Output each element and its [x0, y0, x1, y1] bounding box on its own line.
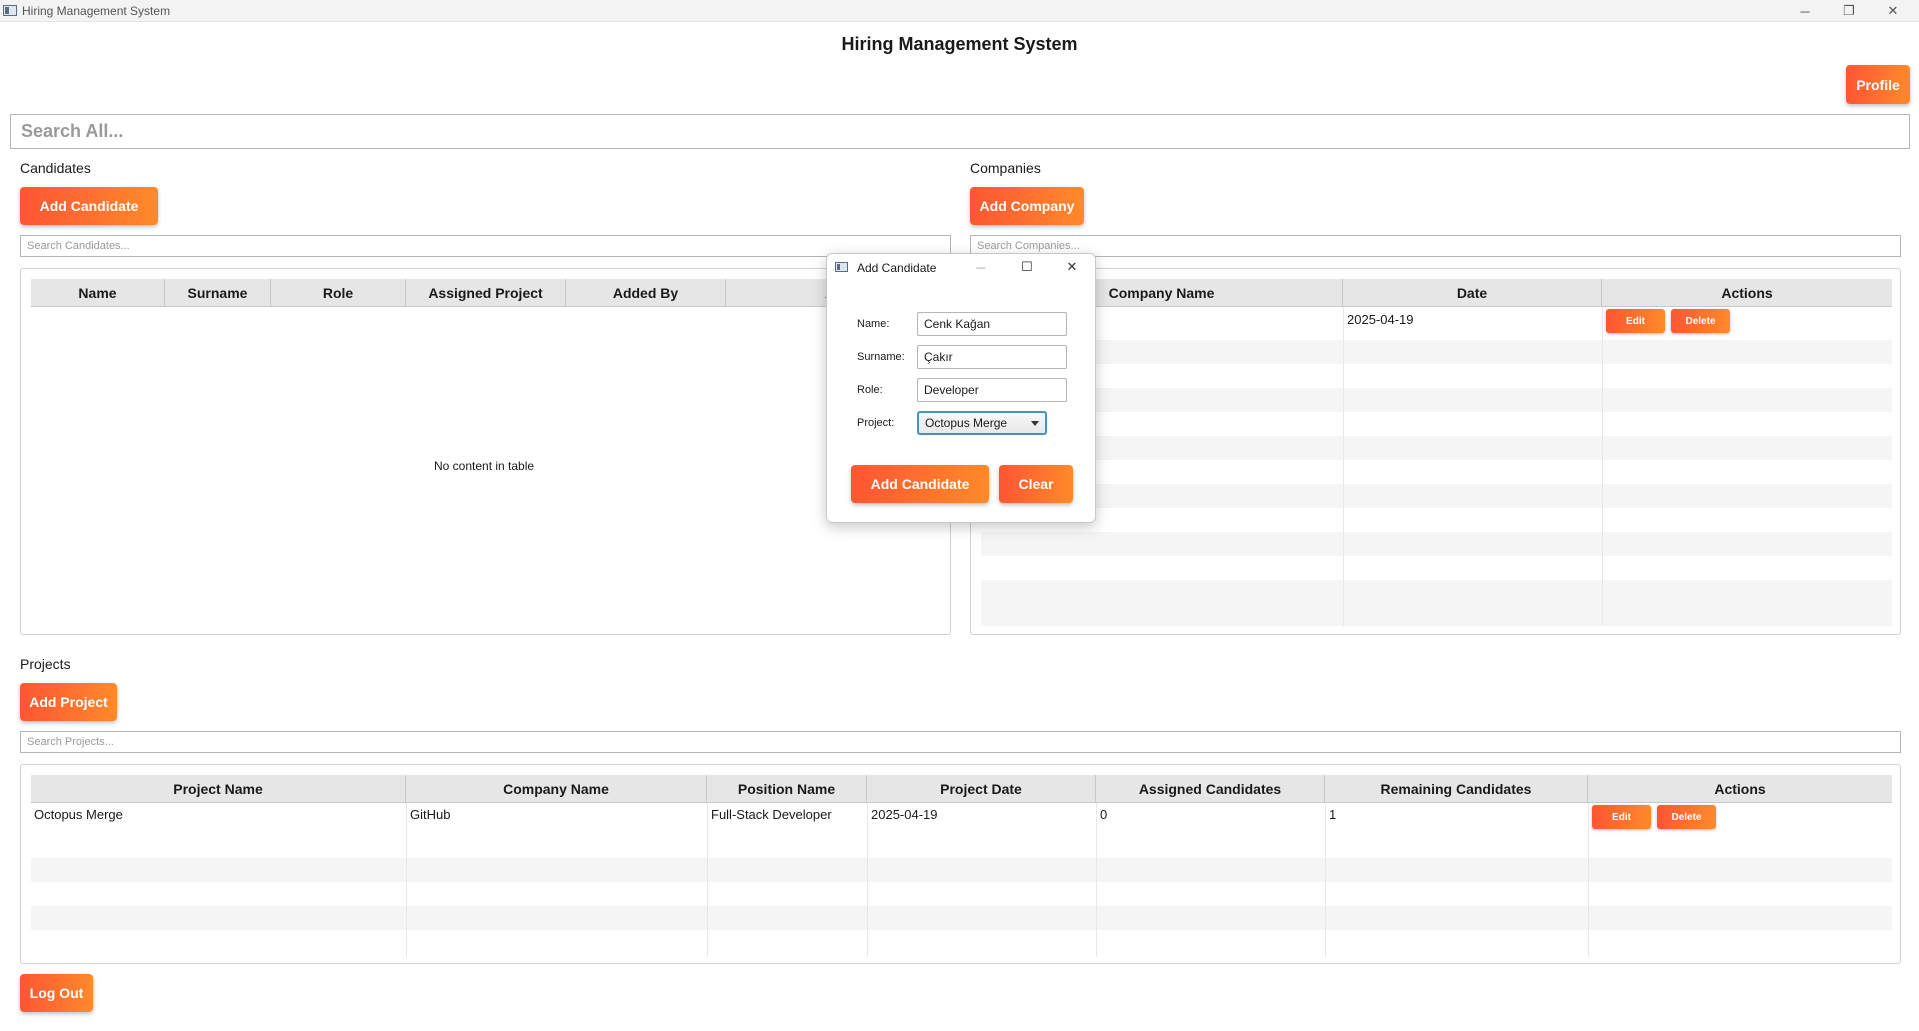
- delete-company-button[interactable]: Delete: [1671, 309, 1730, 333]
- edit-project-button[interactable]: Edit: [1592, 805, 1651, 829]
- column-header-remaining-candidates[interactable]: Remaining Candidates: [1325, 775, 1588, 803]
- chevron-down-icon: [1031, 421, 1039, 426]
- companies-section-label: Companies: [970, 160, 1041, 176]
- column-header-role[interactable]: Role: [271, 279, 406, 307]
- search-candidates-input[interactable]: Search Candidates...: [20, 235, 951, 257]
- role-field[interactable]: Developer: [917, 378, 1067, 402]
- project-assigned-cell: 0: [1100, 807, 1108, 822]
- logout-button[interactable]: Log Out: [20, 974, 93, 1012]
- dialog-minimize-icon[interactable]: ─: [969, 257, 993, 277]
- delete-project-button[interactable]: Delete: [1657, 805, 1716, 829]
- project-remaining-cell: 1: [1329, 807, 1337, 822]
- dialog-close-icon[interactable]: ✕: [1060, 257, 1084, 277]
- close-icon[interactable]: ✕: [1875, 0, 1911, 22]
- role-label: Role:: [857, 384, 883, 396]
- edit-company-button[interactable]: Edit: [1606, 309, 1665, 333]
- column-header-actions[interactable]: Actions: [1588, 775, 1892, 803]
- column-header-actions[interactable]: Actions: [1602, 279, 1892, 307]
- project-name-cell: Octopus Merge: [34, 807, 123, 822]
- search-all-input[interactable]: Search All...: [10, 114, 1910, 149]
- page-title: Hiring Management System: [841, 34, 1078, 54]
- companies-table: Company Name Date Actions 2025-04-19 Edi…: [970, 268, 1901, 635]
- submit-add-candidate-button[interactable]: Add Candidate: [851, 465, 989, 503]
- projects-table: Project Name Company Name Position Name …: [20, 764, 1901, 964]
- name-label: Name:: [857, 318, 890, 330]
- column-header-added-by[interactable]: Added By: [566, 279, 726, 307]
- name-field[interactable]: Cenk Kağan: [917, 312, 1067, 336]
- project-position-cell: Full-Stack Developer: [711, 807, 832, 822]
- search-projects-input[interactable]: Search Projects...: [20, 731, 1901, 753]
- minimize-icon[interactable]: ─: [1787, 0, 1823, 22]
- restore-icon[interactable]: ❐: [1831, 0, 1867, 22]
- clear-button[interactable]: Clear: [999, 465, 1073, 503]
- surname-label: Surname:: [857, 351, 905, 363]
- column-header-assigned-candidates[interactable]: Assigned Candidates: [1096, 775, 1325, 803]
- column-header-surname[interactable]: Surname: [165, 279, 271, 307]
- search-companies-input[interactable]: Search Companies...: [970, 235, 1901, 257]
- projects-table-header: Project Name Company Name Position Name …: [31, 775, 1892, 803]
- app-window-icon: [3, 5, 17, 16]
- column-header-project-name[interactable]: Project Name: [31, 775, 406, 803]
- add-candidate-button[interactable]: Add Candidate: [20, 187, 158, 225]
- dialog-window-icon: [835, 262, 848, 272]
- add-project-button[interactable]: Add Project: [20, 683, 117, 721]
- project-select[interactable]: Octopus Merge: [917, 411, 1047, 435]
- column-header-date[interactable]: Date: [1343, 279, 1602, 307]
- candidates-table-header: Name Surname Role Assigned Project Added…: [31, 279, 942, 307]
- column-header-position-name[interactable]: Position Name: [707, 775, 867, 803]
- project-company-cell: GitHub: [410, 807, 451, 822]
- column-header-assigned-project[interactable]: Assigned Project: [406, 279, 566, 307]
- empty-table-message: No content in table: [434, 459, 535, 473]
- project-select-value: Octopus Merge: [925, 416, 1008, 430]
- window-title: Hiring Management System: [22, 4, 171, 18]
- column-header-name[interactable]: Name: [31, 279, 165, 307]
- add-company-button[interactable]: Add Company: [970, 187, 1084, 225]
- surname-field[interactable]: Çakır: [917, 345, 1067, 369]
- company-date-cell: 2025-04-19: [1347, 312, 1414, 327]
- companies-table-header: Company Name Date Actions: [981, 279, 1892, 307]
- projects-section-label: Projects: [20, 656, 71, 672]
- dialog-maximize-icon[interactable]: ☐: [1015, 257, 1039, 277]
- dialog-title: Add Candidate: [857, 261, 937, 275]
- column-header-project-date[interactable]: Project Date: [867, 775, 1096, 803]
- candidates-table: Name Surname Role Assigned Project Added…: [20, 268, 951, 635]
- add-candidate-dialog: Add Candidate ─ ☐ ✕ Name: Cenk Kağan Sur…: [826, 253, 1096, 523]
- project-label: Project:: [857, 417, 895, 429]
- column-header-company-name[interactable]: Company Name: [406, 775, 707, 803]
- project-date-cell: 2025-04-19: [871, 807, 938, 822]
- profile-button[interactable]: Profile: [1846, 65, 1910, 104]
- candidates-section-label: Candidates: [20, 160, 91, 176]
- window-titlebar: Hiring Management System ─ ❐ ✕: [0, 0, 1919, 22]
